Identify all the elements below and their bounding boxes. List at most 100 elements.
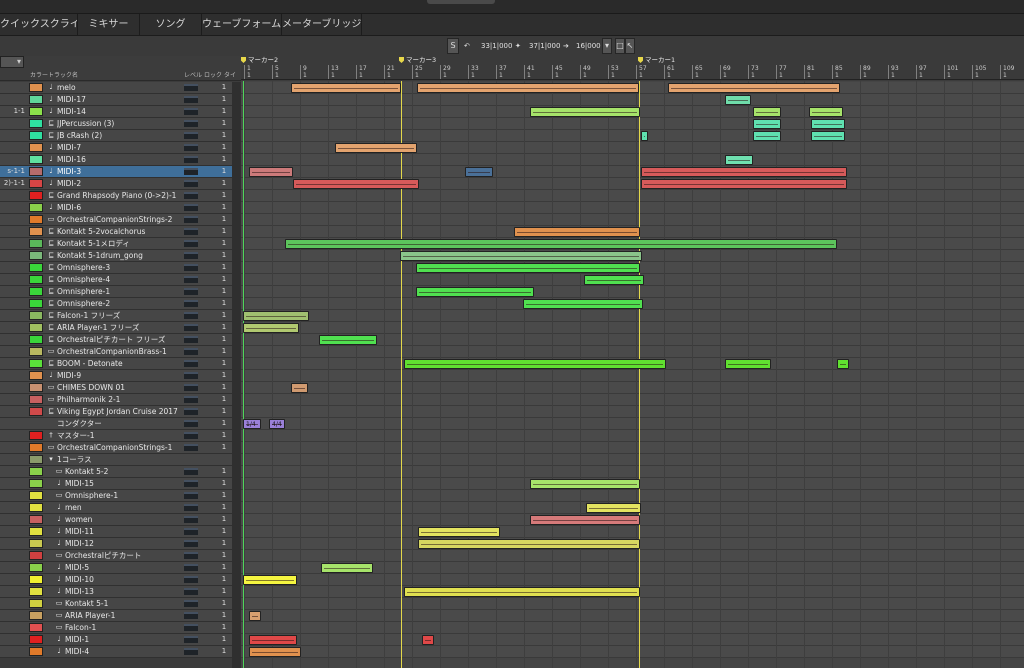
track-lane[interactable] — [241, 622, 1024, 634]
track-lane[interactable] — [241, 130, 1024, 142]
track-name[interactable]: Kontakt 5-1メロディ — [57, 238, 182, 249]
clip[interactable] — [641, 179, 847, 189]
track-row[interactable]: ♩ MIDI-16 1 — [0, 154, 241, 166]
track-name[interactable]: CHIMES DOWN 01 — [57, 382, 182, 393]
marker-line[interactable] — [401, 81, 402, 668]
tab-3[interactable]: ソング — [140, 14, 202, 36]
clip[interactable] — [293, 179, 419, 189]
track-lane[interactable] — [241, 646, 1024, 658]
track-color-swatch[interactable] — [29, 323, 43, 332]
track-row[interactable]: ♩ MIDI-17 1 — [0, 94, 241, 106]
track-lane[interactable] — [241, 370, 1024, 382]
track-color-swatch[interactable] — [29, 599, 43, 608]
track-lane[interactable] — [241, 574, 1024, 586]
clip[interactable] — [753, 119, 781, 129]
clip[interactable] — [418, 527, 500, 537]
track-name[interactable]: women — [65, 514, 182, 525]
track-name[interactable]: Falcon-1 — [65, 622, 182, 633]
track-lane[interactable] — [241, 454, 1024, 466]
clip[interactable] — [725, 95, 751, 105]
track-row[interactable]: ▭ OrchestralCompanionBrass-1 1 — [0, 346, 241, 358]
track-name[interactable]: JB cRash (2) — [57, 130, 182, 141]
track-row[interactable]: ▭ Orchestralピチカート 1 — [0, 550, 241, 562]
track-color-swatch[interactable] — [29, 371, 43, 380]
track-color-swatch[interactable] — [29, 251, 43, 260]
track-lane[interactable] — [241, 118, 1024, 130]
clip[interactable] — [811, 119, 845, 129]
track-name[interactable]: men — [65, 502, 182, 513]
track-row[interactable]: ♩ MIDI-12 1 — [0, 538, 241, 550]
loop-end-value[interactable]: 37|1|000 — [529, 38, 560, 54]
arrangement-view[interactable]: 1/4 4/4 — [241, 81, 1024, 668]
clip[interactable] — [586, 503, 641, 513]
track-color-swatch[interactable] — [29, 575, 43, 584]
track-color-swatch[interactable] — [29, 455, 43, 464]
track-row[interactable]: ⊑ BOOM - Detonate 1 — [0, 358, 241, 370]
track-name[interactable]: Orchestralピチカート — [65, 550, 182, 561]
track-color-swatch[interactable] — [29, 263, 43, 272]
track-row[interactable]: ♩ MIDI-5 1 — [0, 562, 241, 574]
track-lane[interactable] — [241, 214, 1024, 226]
clip[interactable] — [523, 299, 643, 309]
clip[interactable] — [465, 167, 493, 177]
track-row[interactable]: 2)-1-1 ♩ MIDI-2 1 — [0, 178, 241, 190]
track-color-swatch[interactable] — [29, 275, 43, 284]
track-row[interactable]: ♩ MIDI-13 1 — [0, 586, 241, 598]
clip[interactable] — [416, 263, 640, 273]
track-color-swatch[interactable] — [29, 179, 43, 188]
track-lane[interactable] — [241, 598, 1024, 610]
marker-2[interactable]: マーカー3 — [399, 56, 436, 65]
track-row[interactable]: ⊑ JJPercussion (3) 1 — [0, 118, 241, 130]
track-row[interactable]: ⊑ JB cRash (2) 1 — [0, 130, 241, 142]
track-name[interactable]: Kontakt 5-1drum_gong — [57, 250, 182, 261]
track-lane[interactable] — [241, 382, 1024, 394]
clip[interactable] — [285, 239, 837, 249]
tab-2[interactable]: ミキサー — [78, 14, 140, 36]
s-button[interactable]: S — [447, 38, 459, 54]
track-row[interactable]: ♩ MIDI-9 1 — [0, 370, 241, 382]
clip[interactable] — [404, 587, 640, 597]
timeline-ruler[interactable]: マーカー2 マーカー3 マーカー1 1 1 5 1 9 1 13 1 17 1 21 1 25 1 29 1 33 1… — [241, 56, 1024, 80]
clip[interactable] — [418, 539, 640, 549]
track-row[interactable]: ⊑ Kontakt 5-2vocalchorus 1 — [0, 226, 241, 238]
clip[interactable] — [753, 131, 781, 141]
track-name[interactable]: MIDI-13 — [65, 586, 182, 597]
track-name[interactable]: MIDI-3 — [57, 166, 182, 177]
track-row[interactable]: ⊑ Grand Rhapsody Piano (0->2)-1 1 — [0, 190, 241, 202]
track-row[interactable]: ▭ CHIMES DOWN 01 1 — [0, 382, 241, 394]
track-row[interactable]: ♩ MIDI-1 1 — [0, 634, 241, 646]
track-row[interactable]: s-1-1 ♩ MIDI-3 1 — [0, 166, 241, 178]
track-name[interactable]: MIDI-12 — [65, 538, 182, 549]
track-color-swatch[interactable] — [29, 131, 43, 140]
track-color-swatch[interactable] — [29, 227, 43, 236]
track-lane[interactable] — [241, 286, 1024, 298]
track-lane[interactable] — [241, 394, 1024, 406]
track-row[interactable]: ♩ MIDI-10 1 — [0, 574, 241, 586]
clip[interactable] — [641, 131, 648, 141]
track-color-swatch[interactable] — [29, 635, 43, 644]
track-name[interactable]: OrchestralCompanionStrings-1 — [57, 442, 182, 453]
track-color-swatch[interactable] — [29, 311, 43, 320]
clip[interactable] — [641, 167, 847, 177]
track-lane[interactable] — [241, 610, 1024, 622]
track-row[interactable]: ♩ MIDI-7 1 — [0, 142, 241, 154]
track-color-swatch[interactable] — [29, 143, 43, 152]
clip[interactable] — [753, 107, 781, 117]
track-row[interactable]: ♩ men 1 — [0, 502, 241, 514]
track-color-swatch[interactable] — [29, 119, 43, 128]
track-name[interactable]: Omnisphere-1 — [65, 490, 182, 501]
track-name[interactable]: MIDI-16 — [57, 154, 182, 165]
clip[interactable]: 4/4 — [269, 419, 285, 429]
track-name[interactable]: ARIA Player-1 — [65, 610, 182, 621]
track-row[interactable]: ▭ OrchestralCompanionStrings-2 1 — [0, 214, 241, 226]
clip[interactable] — [249, 611, 261, 621]
track-color-swatch[interactable] — [29, 107, 43, 116]
track-color-swatch[interactable] — [29, 287, 43, 296]
track-lane[interactable] — [241, 346, 1024, 358]
track-color-swatch[interactable] — [29, 191, 43, 200]
checkbox-icon[interactable]: □ — [615, 38, 625, 54]
track-color-swatch[interactable] — [29, 467, 43, 476]
track-row[interactable]: ▾ 1コーラス — [0, 454, 241, 466]
clip[interactable] — [335, 143, 417, 153]
clip[interactable] — [584, 275, 644, 285]
